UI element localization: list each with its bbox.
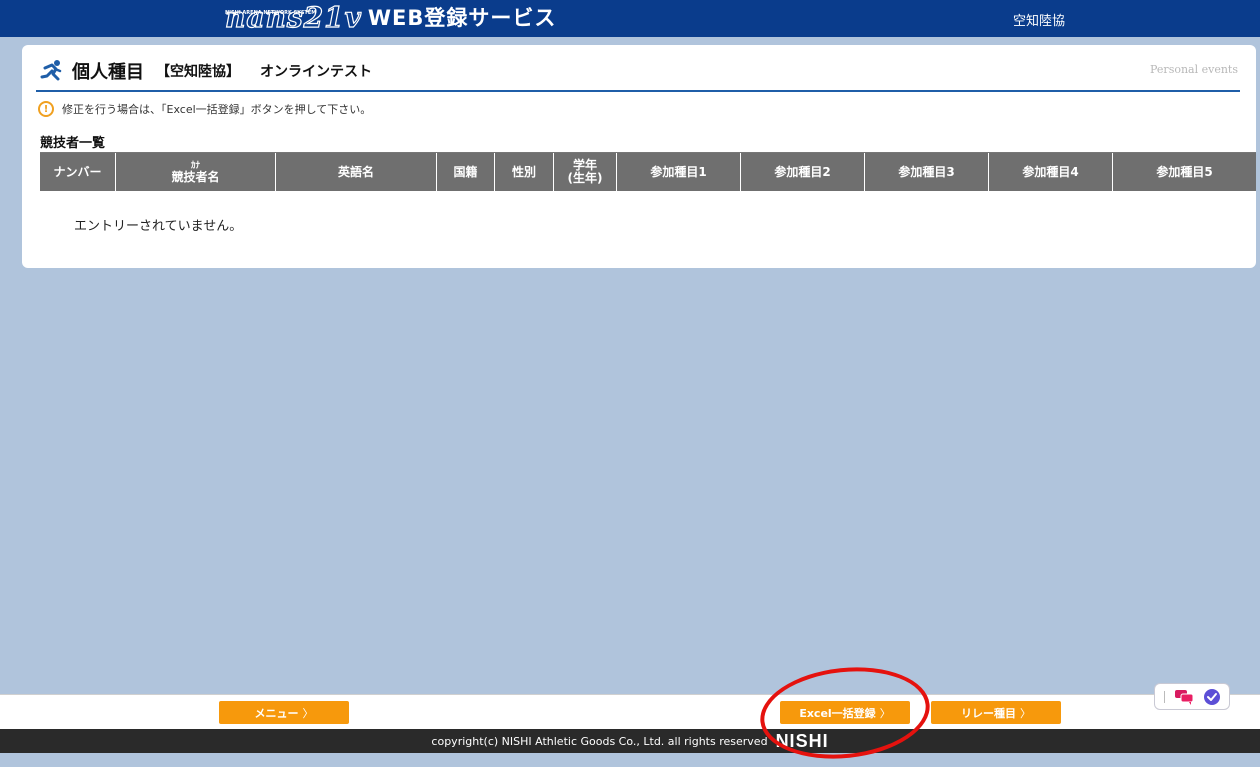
page-title-row: 個人種目 【空知陸協】 オンラインテスト xyxy=(38,57,372,85)
check-circle-icon xyxy=(1203,688,1220,705)
col-gender-label: 性別 xyxy=(511,164,536,179)
logo-wordmark: NISHI ARENA NETWORK SYSTEM nans21v xyxy=(224,3,362,32)
english-title: Personal events xyxy=(1150,63,1238,76)
runner-icon xyxy=(40,60,62,81)
col-number-label: ナンバー xyxy=(53,164,102,179)
col-name: ｶﾅ 競技者名 xyxy=(116,153,276,191)
empty-entries-message: エントリーされていません。 xyxy=(74,219,243,234)
footer-button-bar xyxy=(0,694,1260,729)
page-title: 個人種目 xyxy=(72,62,144,83)
logo-subtitle: NISHI ARENA NETWORK SYSTEM xyxy=(225,10,317,16)
col-grade: 学年 (生年) xyxy=(554,153,617,191)
col-event5: 参加種目5 xyxy=(1113,153,1256,191)
title-divider xyxy=(36,90,1240,92)
col-name-label: 競技者名 xyxy=(171,169,220,184)
col-name-stack: ｶﾅ 競技者名 xyxy=(171,161,219,184)
menu-button[interactable]: メニュー 〉 xyxy=(219,701,349,724)
col-event1-label: 参加種目1 xyxy=(650,164,707,179)
col-english-name: 英語名 xyxy=(276,153,437,191)
chat-widget[interactable] xyxy=(1154,683,1230,710)
competitor-table-header: ナンバー ｶﾅ 競技者名 英語名 国籍 性別 学年 (生年) 参加種目1 参加種 xyxy=(40,152,1256,191)
notice-message: ! 修正を行う場合は、「Excel一括登録」ボタンを押して下さい。 xyxy=(38,101,371,117)
col-event1: 参加種目1 xyxy=(617,153,741,191)
association-tag: 【空知陸協】 xyxy=(156,64,240,80)
menu-button-label: メニュー xyxy=(254,706,299,720)
col-event2-label: 参加種目2 xyxy=(774,164,831,179)
chevron-right-icon: 〉 xyxy=(1020,706,1031,720)
col-event4: 参加種目4 xyxy=(989,153,1113,191)
chevron-right-icon: 〉 xyxy=(879,706,891,720)
top-header: NISHI ARENA NETWORK SYSTEM nans21v WEB登録… xyxy=(0,0,1260,37)
col-nationality: 国籍 xyxy=(437,153,495,191)
service-title: WEB登録サービス xyxy=(367,6,557,30)
col-english-name-label: 英語名 xyxy=(337,164,374,179)
col-event2: 参加種目2 xyxy=(741,153,865,191)
col-gender: 性別 xyxy=(495,153,554,191)
excel-button-label: Excel一括登録 xyxy=(799,706,876,720)
nishi-logo: NISHI xyxy=(775,730,829,751)
col-event3: 参加種目3 xyxy=(865,153,989,191)
widget-separator xyxy=(1163,690,1165,703)
competitor-list-title: 競技者一覧 xyxy=(40,136,106,151)
event-name: オンラインテスト xyxy=(260,64,372,80)
col-event5-label: 参加種目5 xyxy=(1156,164,1213,179)
col-kana-label: ｶﾅ xyxy=(190,160,200,171)
header-association: 空知陸協 xyxy=(1013,14,1066,29)
copyright-bar: copyright(c) NISHI Athletic Goods Co., L… xyxy=(0,729,1260,753)
col-number: ナンバー xyxy=(40,153,116,191)
col-event4-label: 参加種目4 xyxy=(1022,164,1079,179)
warning-icon: ! xyxy=(38,101,54,117)
col-nationality-label: 国籍 xyxy=(453,164,478,179)
chat-bubbles-icon xyxy=(1174,689,1193,705)
relay-button-label: リレー種目 xyxy=(961,706,1016,720)
col-grade-stack: 学年 (生年) xyxy=(568,159,603,185)
col-birth-year-label: (生年) xyxy=(567,171,603,185)
copyright-text: copyright(c) NISHI Athletic Goods Co., L… xyxy=(431,734,768,748)
relay-events-button[interactable]: リレー種目 〉 xyxy=(931,701,1061,724)
personal-events-panel: 個人種目 【空知陸協】 オンラインテスト Personal events ! 修… xyxy=(22,45,1256,268)
excel-bulk-register-button[interactable]: Excel一括登録 〉 xyxy=(780,701,910,724)
nans21v-logo: NISHI ARENA NETWORK SYSTEM nans21v WEB登録… xyxy=(224,3,557,33)
notice-text: 修正を行う場合は、「Excel一括登録」ボタンを押して下さい。 xyxy=(62,103,372,116)
chevron-right-icon: 〉 xyxy=(302,706,314,720)
col-event3-label: 参加種目3 xyxy=(898,164,955,179)
